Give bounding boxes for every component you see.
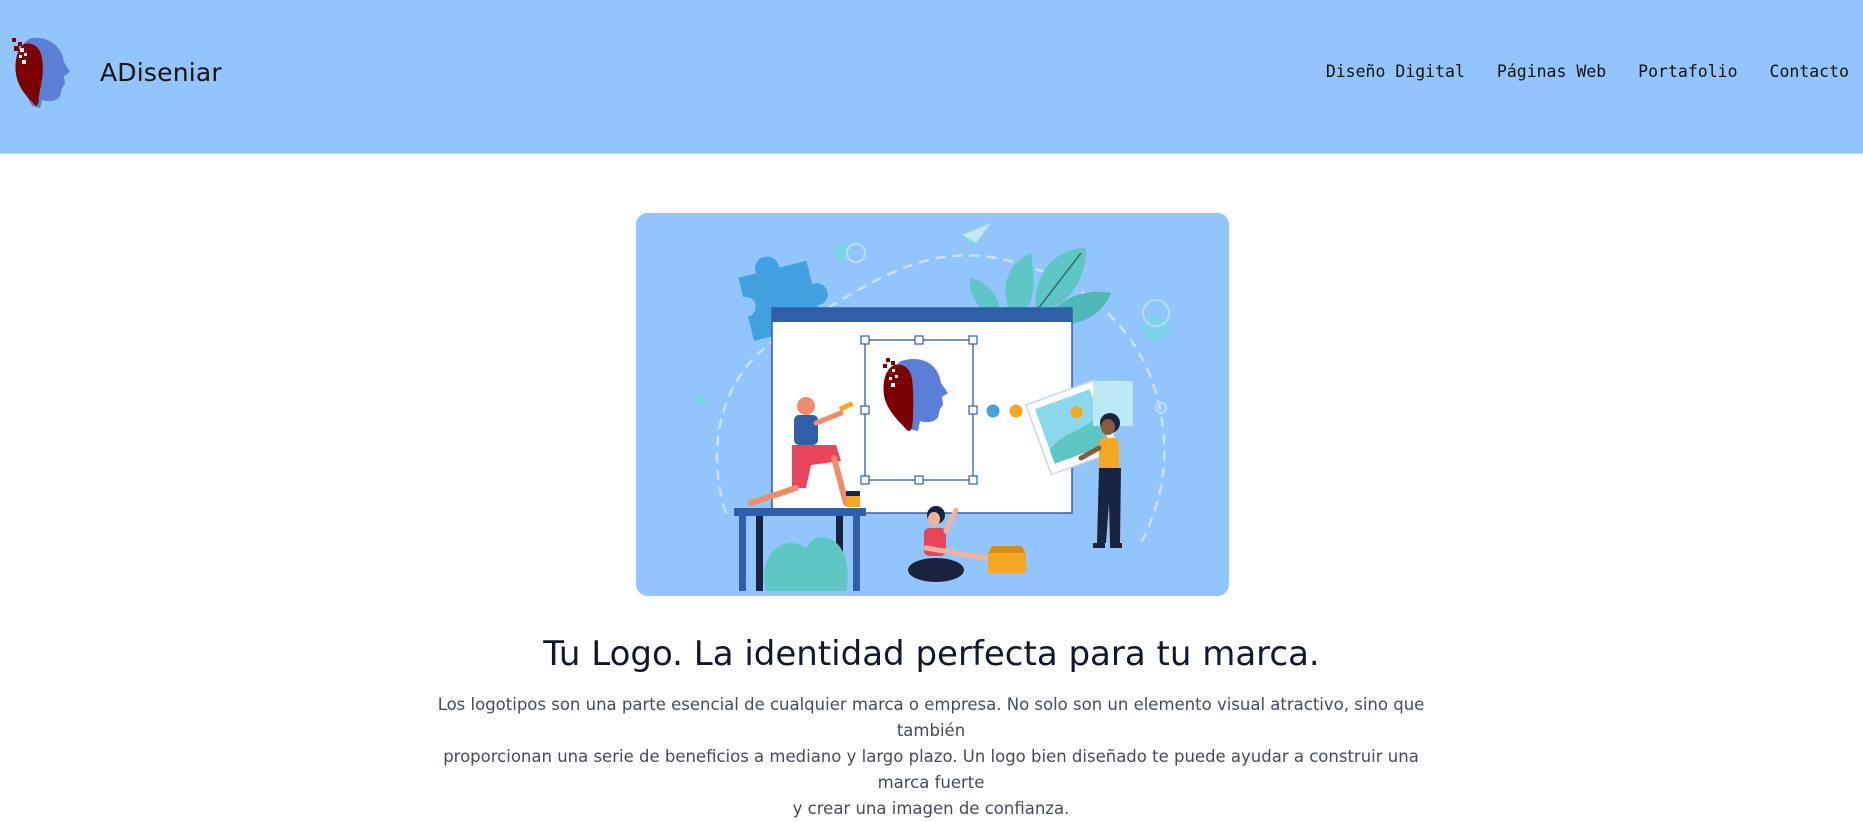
- head-profile-logo-icon[interactable]: [10, 36, 70, 108]
- hero-description-line: Los logotipos son una parte esencial de …: [437, 695, 1425, 740]
- hero-illustration: [636, 213, 1229, 596]
- brand-name[interactable]: ADiseniar: [100, 58, 222, 87]
- main-nav: Diseño Digital Páginas Web Portafolio Co…: [1326, 62, 1863, 81]
- nav-link-diseno-digital[interactable]: Diseño Digital: [1326, 62, 1465, 81]
- hero-description-line: y crear una imagen de confianza.: [792, 799, 1070, 818]
- site-header: ADiseniar Diseño Digital Páginas Web Por…: [0, 0, 1863, 154]
- nav-link-portafolio[interactable]: Portafolio: [1638, 62, 1737, 81]
- hero-title: Tu Logo. La identidad perfecta para tu m…: [543, 634, 1320, 674]
- hero-description: Los logotipos son una parte esencial de …: [431, 692, 1431, 822]
- nav-link-contacto[interactable]: Contacto: [1770, 62, 1849, 81]
- nav-link-paginas-web[interactable]: Páginas Web: [1497, 62, 1606, 81]
- hero-description-line: proporcionan una serie de beneficios a m…: [443, 747, 1419, 792]
